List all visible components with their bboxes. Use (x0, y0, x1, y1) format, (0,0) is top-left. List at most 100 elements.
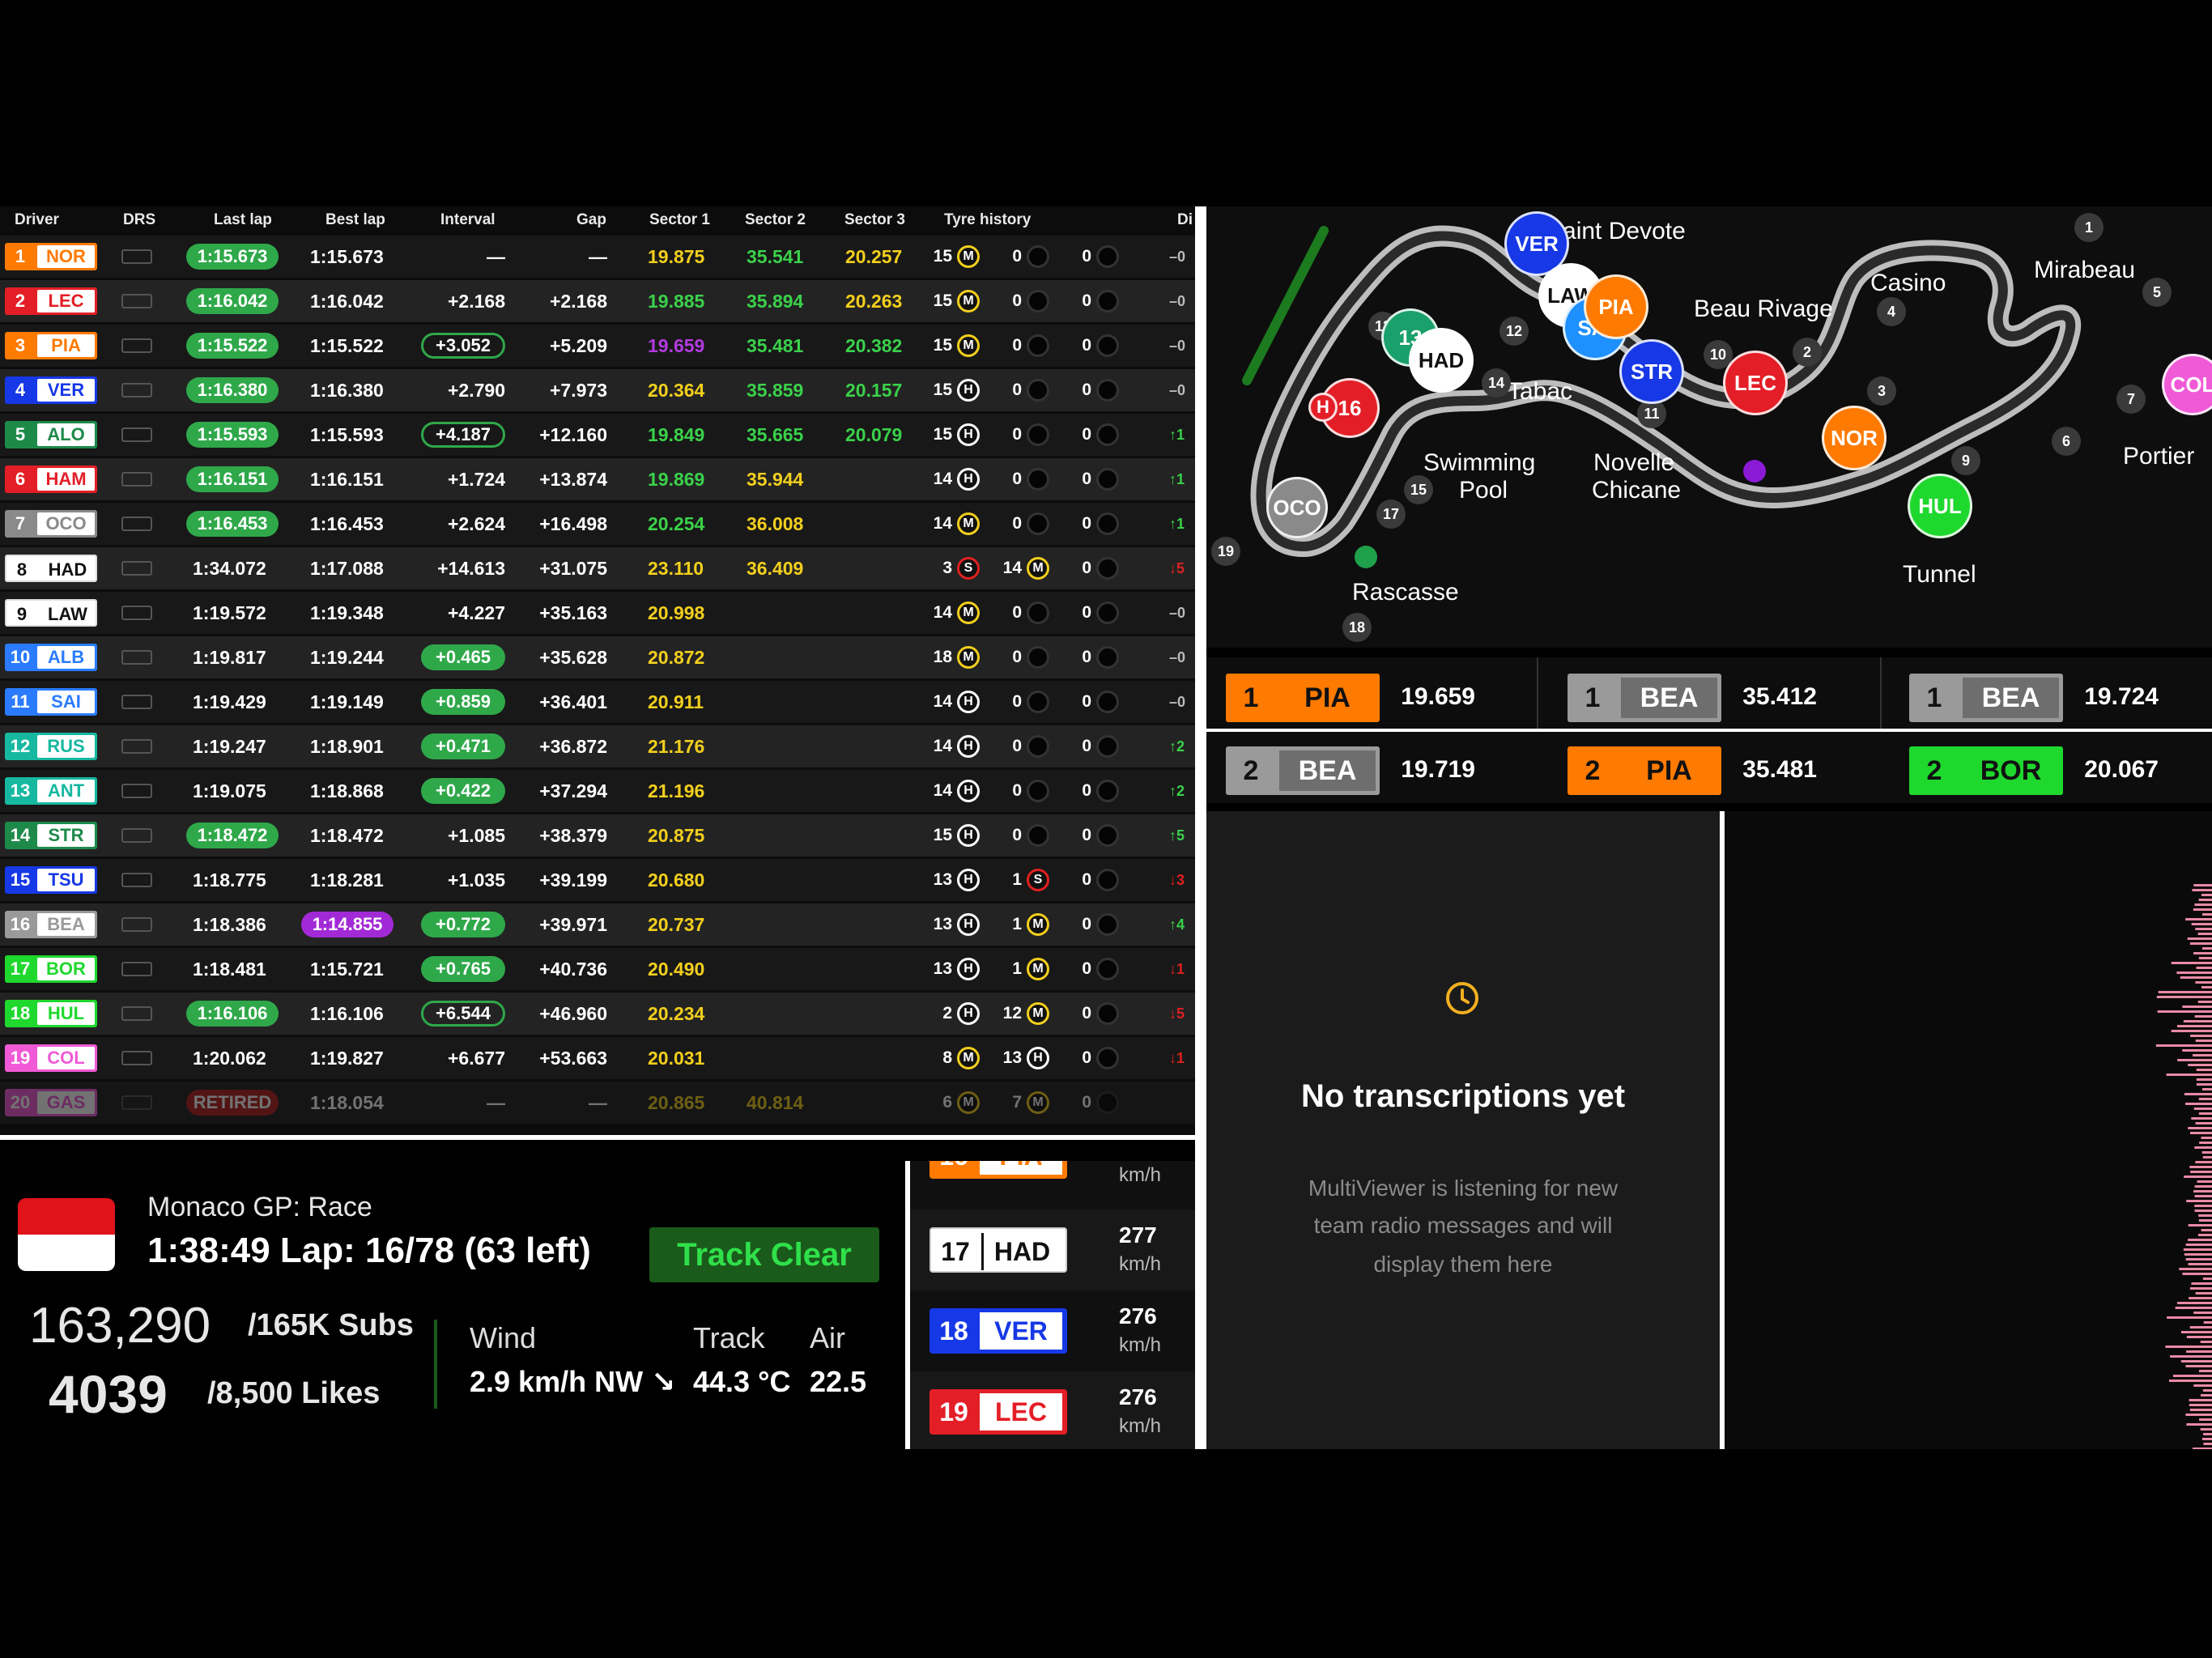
col-tyre-history[interactable]: Tyre history (944, 211, 1031, 229)
timing-row[interactable]: 4 VER 1:16.380 1:16.380 +2.790 +7.973 20.364 35… (0, 369, 1195, 411)
col-delta[interactable]: Di (1177, 211, 1193, 229)
sector-rank: 1 (1926, 682, 1942, 713)
stint-laps: 15 (933, 291, 952, 310)
col-interval[interactable]: Interval (440, 211, 496, 229)
audio-level-bar (2199, 1418, 2212, 1421)
col-best-lap[interactable]: Best lap (325, 211, 385, 229)
timing-row[interactable]: 16 BEA 1:18.386 1:14.855 +0.772 +39.971 20.737… (0, 903, 1195, 946)
sector-best-badge[interactable]: 1 BEA (1909, 674, 2063, 722)
speed-rank: 17 (941, 1237, 970, 1266)
driver-badge[interactable]: 17 BOR (5, 955, 97, 983)
timing-row[interactable]: 14 STR 1:18.472 1:18.472 +1.085 +38.379 20.875… (0, 814, 1195, 857)
timing-row[interactable]: 5 ALO 1:15.593 1:15.593 +4.187 +12.160 19.849 3… (0, 414, 1195, 456)
turn-marker: 15 (1404, 475, 1433, 504)
drs-indicator (121, 917, 152, 932)
audio-level-bar (2192, 889, 2212, 891)
car-marker[interactable]: OCO (1266, 477, 1328, 538)
sector-best-badge[interactable]: 1 PIA (1226, 674, 1380, 722)
car-marker[interactable]: STR (1619, 339, 1684, 404)
timing-row[interactable]: 1 NOR 1:15.673 1:15.673 — — 19.875 35.541 20.257… (0, 236, 1195, 278)
car-marker[interactable]: H (1308, 393, 1338, 422)
audio-level-bar (2194, 1015, 2212, 1018)
driver-badge[interactable]: 11 SAI (5, 688, 97, 716)
audio-level-bar (2182, 1049, 2212, 1052)
drs-indicator (121, 695, 152, 709)
timing-row[interactable]: 17 BOR 1:18.481 1:15.721 +0.765 +40.736 20.490… (0, 948, 1195, 990)
sector-3-time: 20.079 (845, 424, 903, 445)
audio-level-bar (2179, 1268, 2212, 1270)
timing-row[interactable]: 8 HAD 1:34.072 1:17.088 +14.613 +31.075 23.110… (0, 547, 1195, 589)
sector-best-badge[interactable]: 1 BEA (1568, 674, 1721, 722)
timing-row[interactable]: 7 OCO 1:16.453 1:16.453 +2.624 +16.498 20.254 3… (0, 503, 1195, 545)
stint-laps: 0 (1082, 470, 1091, 488)
interval-value: +6.677 (448, 1048, 505, 1069)
col-sector-3[interactable]: Sector 3 (844, 211, 905, 229)
col-last-lap[interactable]: Last lap (214, 211, 272, 229)
last-lap-time: 1:18.472 (186, 823, 279, 848)
driver-badge[interactable]: 5 ALO (5, 421, 97, 449)
timing-row[interactable]: 11 SAI 1:19.429 1:19.149 +0.859 +36.401 20.911… (0, 681, 1195, 723)
audio-level-bar (2200, 1394, 2212, 1397)
driver-badge[interactable]: 16 BEA (5, 911, 97, 938)
col-drs[interactable]: DRS (123, 211, 155, 229)
driver-badge[interactable]: 6 HAM (5, 466, 97, 493)
car-marker[interactable]: LEC (1723, 351, 1788, 415)
drs-indicator (121, 294, 152, 308)
driver-badge[interactable]: 4 VER (5, 376, 97, 404)
driver-badge[interactable]: 3 PIA (5, 332, 97, 359)
driver-badge[interactable]: 14 STR (5, 822, 97, 849)
gap-value: +5.209 (550, 335, 607, 356)
audio-level-bar (2190, 1132, 2212, 1134)
timing-row[interactable]: 15 TSU 1:18.775 1:18.281 +1.035 +39.199 20.680… (0, 859, 1195, 901)
driver-badge[interactable]: 9 LAW (5, 599, 97, 627)
car-marker[interactable]: PIA (1584, 274, 1648, 339)
driver-badge[interactable]: 19 COL (5, 1044, 97, 1072)
speed-row[interactable]: 17 HAD 277 km/h (910, 1209, 1195, 1290)
timing-row[interactable]: 20 GAS RETIRED 1:18.054— —20.865 40.814 6 M 7 M 0 (0, 1082, 1195, 1124)
speed-row[interactable]: 19 LEC 276 km/h (910, 1371, 1195, 1449)
col-driver[interactable]: Driver (15, 211, 59, 229)
driver-badge[interactable]: 7 OCO (5, 510, 97, 538)
label-tabac: Tabac (1508, 378, 1573, 405)
driver-badge[interactable]: 12 RUS (5, 733, 97, 760)
audio-level-bar (2201, 913, 2212, 916)
driver-badge[interactable]: 18 HUL (5, 1000, 97, 1027)
driver-badge[interactable]: 2 LEC (5, 287, 97, 315)
timing-row[interactable]: 9 LAW 1:19.572 1:19.348 +4.227 +35.163 20.998 1… (0, 592, 1195, 634)
sector-best-badge[interactable]: 2 BOR (1909, 746, 2063, 795)
empty-tyre-icon (1027, 423, 1049, 446)
car-marker[interactable]: NOR (1822, 406, 1887, 470)
sector-2-time: 40.814 (747, 1092, 804, 1113)
car-marker[interactable]: HAD (1409, 328, 1474, 393)
timing-row[interactable]: 6 HAM 1:16.151 1:16.151 +1.724 +13.874 19.869 3… (0, 458, 1195, 500)
driver-badge[interactable]: 1 NOR (5, 243, 97, 270)
speed-row[interactable]: 18 VER 276 km/h (910, 1290, 1195, 1371)
col-sector-1[interactable]: Sector 1 (649, 211, 710, 229)
drs-indicator (121, 784, 152, 798)
speed-value: 276 (1119, 1384, 1157, 1409)
driver-badge[interactable]: 13 ANT (5, 777, 97, 805)
col-gap[interactable]: Gap (576, 211, 606, 229)
car-marker[interactable]: HUL (1908, 474, 1972, 538)
sector-1-time: 19.885 (648, 291, 705, 312)
driver-badge[interactable]: 20 GAS (5, 1089, 97, 1116)
driver-badge[interactable]: 8 HAD (5, 555, 97, 582)
sector-best-badge[interactable]: 2 BEA (1226, 746, 1380, 795)
timing-row[interactable]: 2 LEC 1:16.042 1:16.042 +2.168 +2.168 19.885 35… (0, 280, 1195, 322)
timing-row[interactable]: 3 PIA 1:15.522 1:15.522 +3.052 +5.209 19.659 35… (0, 325, 1195, 367)
timing-row[interactable]: 10 ALB 1:19.817 1:19.244 +0.465 +35.628 20.872… (0, 636, 1195, 678)
timing-row[interactable]: 18 HUL 1:16.106 1:16.106 +6.544 +46.960 20.234… (0, 993, 1195, 1035)
position-change: ↑5 (1169, 827, 1185, 844)
subscriber-count: 163,290 (29, 1298, 211, 1354)
timing-row[interactable]: 13 ANT 1:19.075 1:18.868 +0.422 +37.294 21.196… (0, 770, 1195, 812)
driver-badge[interactable]: 10 ALB (5, 644, 97, 671)
audio-level-bar (2190, 1171, 2212, 1173)
sector-best-badge[interactable]: 2 PIA (1568, 746, 1721, 795)
driver-badge[interactable]: 15 TSU (5, 866, 97, 894)
stint-laps: 14 (933, 781, 952, 800)
timing-row[interactable]: 19 COL 1:20.062 1:19.827 +6.677 +53.663 20.031… (0, 1037, 1195, 1079)
audio-level-bar (2186, 1350, 2212, 1353)
col-sector-2[interactable]: Sector 2 (745, 211, 806, 229)
session-clock: 1:38:49 Lap: 16/78 (63 left) (147, 1231, 591, 1270)
timing-row[interactable]: 12 RUS 1:19.247 1:18.901 +0.471 +36.872 21.176… (0, 725, 1195, 767)
